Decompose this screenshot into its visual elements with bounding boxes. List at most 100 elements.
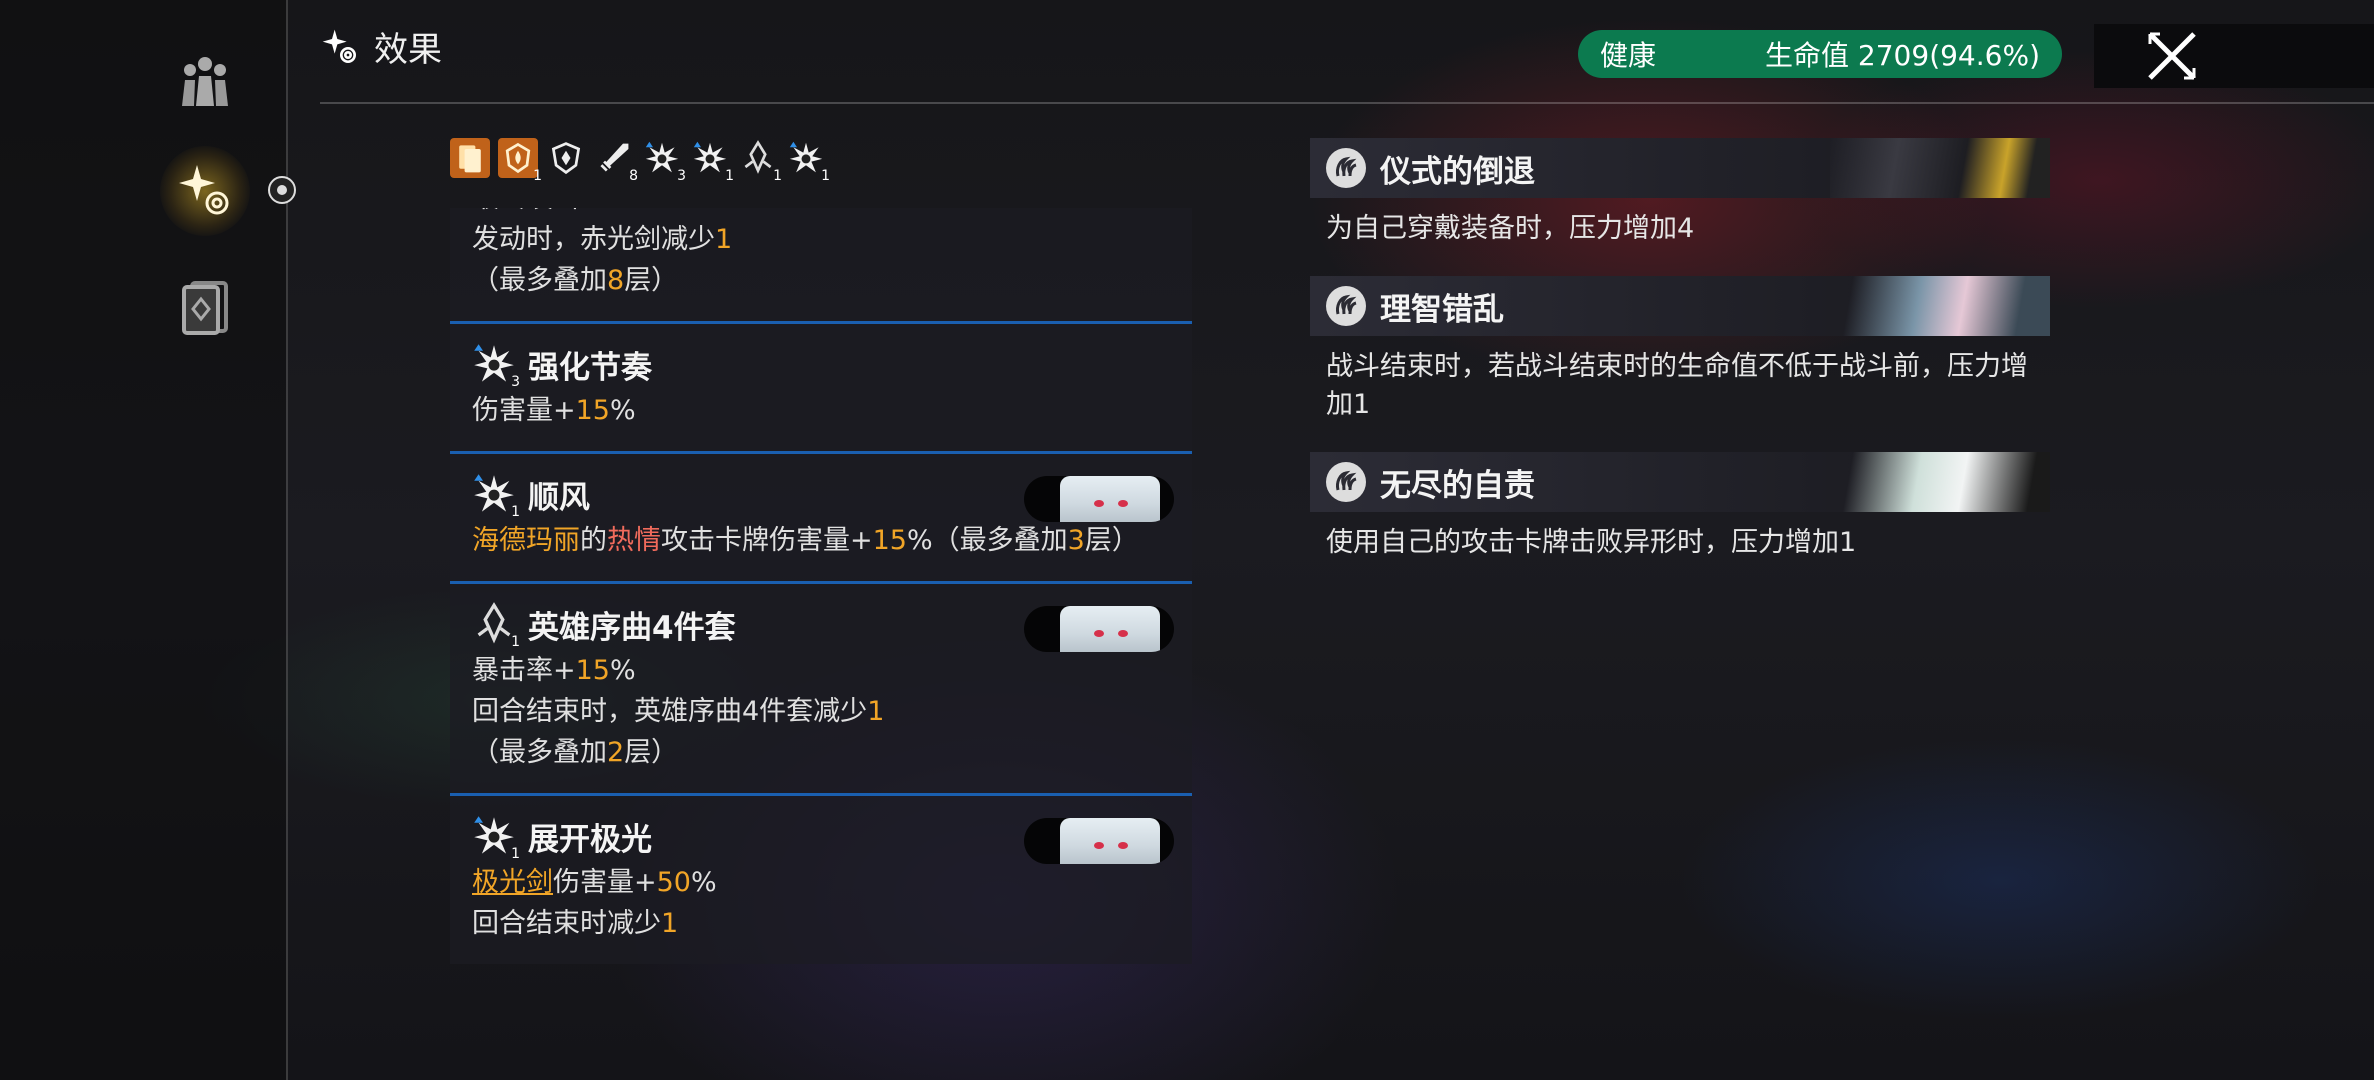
buff-slot[interactable]: 1 bbox=[690, 138, 734, 184]
buff-icon-bar: 1 8 3 1 1 1 bbox=[450, 138, 830, 184]
text-segment: 15 bbox=[872, 525, 907, 556]
character-portrait bbox=[1024, 818, 1174, 864]
text-segment: 伤害量+ bbox=[553, 867, 657, 898]
text-segment: 层） bbox=[624, 265, 679, 296]
stress-effect-header: 无尽的自责 bbox=[1310, 452, 2050, 512]
burst-fist-icon bbox=[474, 816, 514, 854]
text-segment: 层） bbox=[624, 737, 679, 768]
text-segment: 热情 bbox=[607, 525, 661, 556]
close-icon bbox=[2148, 32, 2196, 80]
effect-stack-count: 1 bbox=[511, 634, 520, 650]
text-segment: 极光剑 bbox=[472, 867, 553, 898]
effect-header: 3 强化节奏 bbox=[472, 338, 1172, 390]
character-portrait bbox=[1024, 606, 1174, 652]
page-title: 效果 bbox=[374, 30, 442, 70]
effect-name: 顺风 bbox=[528, 479, 590, 516]
text-segment: 的 bbox=[580, 525, 607, 556]
header: 效果 bbox=[320, 22, 442, 71]
stress-effect-header: 仪式的倒退 bbox=[1310, 138, 2050, 198]
text-segment: 伤害量+ bbox=[472, 395, 576, 426]
buff-slot[interactable]: 1 bbox=[786, 138, 830, 184]
sidebar bbox=[0, 0, 288, 1080]
effect-description-line: 暴击率+15% bbox=[472, 650, 1172, 691]
effect-description-line: 最终攻击 100% bbox=[472, 208, 1172, 219]
effect-description-line: 回合结束时减少1 bbox=[472, 903, 1172, 944]
buff-stack-count: 8 bbox=[629, 168, 638, 184]
stress-effect-name: 仪式的倒退 bbox=[1380, 153, 1535, 190]
effect-entry[interactable]: 1 顺风海德玛丽的热情攻击卡牌伤害量+15%（最多叠加3层） bbox=[450, 454, 1192, 584]
effect-description-line: （最多叠加2层） bbox=[472, 732, 1172, 773]
character-art bbox=[1830, 452, 2050, 512]
spiked-shield-icon bbox=[551, 142, 581, 175]
stress-effect-list: 仪式的倒退 为自己穿戴装备时，压力增加4 理智错乱战斗结束时，若战斗结束时的生命值不… bbox=[1310, 138, 2050, 590]
effect-description-line: 海德玛丽的热情攻击卡牌伤害量+15%（最多叠加3层） bbox=[472, 520, 1172, 561]
buff-slot[interactable]: 3 bbox=[642, 138, 686, 184]
effect-entry[interactable]: 最终攻击 100%发动时，赤光剑减少1（最多叠加8层） bbox=[450, 208, 1192, 324]
stress-effect-header: 理智错乱 bbox=[1310, 276, 2050, 336]
text-segment: %（最多叠加 bbox=[906, 525, 1068, 556]
text-segment: 最终攻击 bbox=[472, 208, 589, 214]
stress-effect-entry[interactable]: 无尽的自责使用自己的攻击卡牌击败异形时，压力增加1 bbox=[1310, 452, 2050, 562]
text-segment: 2 bbox=[607, 737, 625, 768]
text-segment: 1 bbox=[715, 224, 733, 255]
buff-slot[interactable]: 8 bbox=[594, 138, 638, 184]
effect-entry[interactable]: 3 强化节奏 伤害量+15% bbox=[450, 324, 1192, 454]
buff-slot[interactable]: 1 bbox=[738, 138, 782, 184]
text-segment: 1 bbox=[661, 908, 679, 939]
stress-effect-entry[interactable]: 理智错乱战斗结束时，若战斗结束时的生命值不低于战斗前，压力增加1 bbox=[1310, 276, 2050, 424]
character-portrait bbox=[1024, 476, 1174, 522]
buff-stack-count: 1 bbox=[533, 168, 542, 184]
text-segment: % bbox=[690, 867, 717, 898]
buff-slot[interactable] bbox=[450, 138, 490, 178]
burst-fist-icon bbox=[645, 141, 679, 173]
stress-effect-name: 理智错乱 bbox=[1380, 291, 1504, 328]
flame-shield-icon bbox=[505, 142, 531, 174]
sword-icon bbox=[600, 143, 629, 172]
effects-tab[interactable] bbox=[160, 146, 250, 236]
health-label: 健康 bbox=[1600, 39, 1657, 72]
text-segment: 发动时，赤光剑减少 bbox=[472, 224, 715, 255]
text-segment: 层） bbox=[1084, 525, 1139, 556]
effect-description-line: 回合结束时，英雄序曲4件套减少1 bbox=[472, 691, 1172, 732]
text-segment: % bbox=[609, 395, 636, 426]
burst-fist-icon bbox=[693, 141, 727, 173]
stress-effect-description: 使用自己的攻击卡牌击败异形时，压力增加1 bbox=[1326, 527, 1857, 558]
stress-effect-entry[interactable]: 仪式的倒退 为自己穿戴装备时，压力增加4 bbox=[1310, 138, 2050, 248]
effects-sparkle-icon bbox=[322, 29, 356, 63]
text-segment: 回合结束时，英雄序曲4件套减少 bbox=[472, 696, 868, 727]
effect-stack-count: 1 bbox=[511, 846, 520, 862]
cards-icon bbox=[182, 281, 228, 335]
close-button[interactable] bbox=[2094, 24, 2374, 88]
effect-stack-count: 3 bbox=[511, 374, 520, 390]
crystal-icon bbox=[744, 140, 772, 174]
text-segment: 8 bbox=[607, 265, 625, 296]
active-tab-marker bbox=[268, 176, 296, 204]
burst-fist-icon bbox=[474, 474, 514, 512]
team-tab[interactable] bbox=[160, 36, 250, 126]
effect-entry[interactable]: 1 展开极光 极光剑伤害量+50% 回合结束时减少1 bbox=[450, 796, 1192, 964]
effect-entry[interactable]: 1 英雄序曲4件套 暴击率+15% 回合结束时，英雄序曲4件套减少1 （最多叠加2层） bbox=[450, 584, 1192, 796]
effect-name: 英雄序曲4件套 bbox=[528, 609, 736, 646]
buff-slot[interactable] bbox=[546, 138, 586, 178]
text-segment: 1 bbox=[867, 696, 885, 727]
stress-claw-icon bbox=[1326, 286, 1366, 326]
buff-effect-list[interactable]: 最终攻击 100%发动时，赤光剑减少1（最多叠加8层）3强化节奏伤害量+15%1… bbox=[450, 208, 1192, 1080]
stress-effect-name: 无尽的自责 bbox=[1380, 467, 1535, 504]
buff-stack-count: 1 bbox=[725, 168, 734, 184]
character-art bbox=[1830, 138, 2050, 198]
text-segment: 15 bbox=[575, 655, 610, 686]
effect-description-line: 极光剑伤害量+50% bbox=[472, 862, 1172, 903]
effects-sparkle-icon bbox=[179, 165, 229, 215]
burst-fist-icon bbox=[789, 141, 823, 173]
buff-slot[interactable]: 1 bbox=[498, 138, 542, 184]
effect-stack-count: 1 bbox=[511, 504, 520, 520]
text-segment: 100% bbox=[589, 208, 666, 214]
stress-effect-description: 战斗结束时，若战斗结束时的生命值不低于战斗前，压力增加1 bbox=[1326, 351, 2028, 420]
card-stack-icon bbox=[459, 145, 481, 173]
header-divider bbox=[320, 102, 2374, 104]
effect-description-line: 发动时，赤光剑减少1 bbox=[472, 219, 1172, 260]
burst-fist-icon bbox=[474, 344, 514, 382]
text-segment: （最多叠加 bbox=[472, 265, 607, 296]
cards-tab[interactable] bbox=[160, 262, 250, 352]
effect-description-line: （最多叠加8层） bbox=[472, 260, 1172, 301]
